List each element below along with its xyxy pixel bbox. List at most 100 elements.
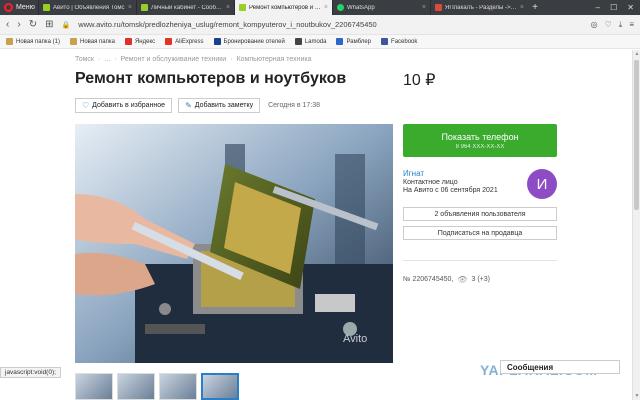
tab-computer-repair[interactable]: Ремонт компьютеров и ноу × bbox=[234, 0, 332, 15]
heart-icon: ♡ bbox=[82, 101, 90, 110]
browser-menu-label: Меню bbox=[16, 4, 35, 11]
download-icon[interactable]: ⤓ bbox=[619, 20, 623, 30]
breadcrumb-separator: · bbox=[230, 56, 233, 63]
page-content: Томск · ... · Ремонт и обслуживание техн… bbox=[0, 50, 640, 400]
scrollbar-thumb[interactable] bbox=[634, 60, 639, 210]
bookmark-facebook[interactable]: Facebook bbox=[381, 38, 417, 45]
bookmark-booking[interactable]: Бронирование отелей bbox=[213, 38, 285, 45]
bookmark-label: Бронирование отелей bbox=[223, 38, 285, 45]
whatsapp-favicon-icon bbox=[337, 4, 344, 11]
speed-dial-icon[interactable]: ⊞ bbox=[45, 19, 53, 30]
address-bar: ‹ › ↻ ⊞ 🔒 www.avito.ru/tomsk/predlozheni… bbox=[0, 15, 640, 35]
tab-label: ЯПлакалъ - Разделы -> Со bbox=[445, 4, 517, 11]
scroll-up-icon[interactable]: ▲ bbox=[633, 51, 640, 57]
listing-photo[interactable]: Avito bbox=[75, 124, 393, 363]
subscribe-button[interactable]: Подписаться на продавца bbox=[403, 226, 557, 240]
heart-icon[interactable]: ♡ bbox=[605, 20, 612, 30]
bookmark-yandex[interactable]: Яндекс bbox=[124, 38, 156, 45]
bookmark-folder-1[interactable]: Новая папка (1) bbox=[6, 38, 60, 45]
bookmark-rambler[interactable]: Рамблер bbox=[336, 38, 371, 45]
window-controls: – ☐ ✕ bbox=[596, 0, 640, 15]
tab-strip: Меню Авито | Объявления Томс × Личный ка… bbox=[0, 0, 640, 15]
messages-widget[interactable]: Сообщения bbox=[500, 360, 620, 374]
bookmark-aliexpress[interactable]: AliExpress bbox=[165, 38, 204, 45]
avito-favicon-icon bbox=[43, 4, 50, 11]
bookmark-label: Facebook bbox=[391, 38, 418, 45]
add-note-button[interactable]: ✎ Добавить заметку bbox=[178, 98, 261, 113]
bookmark-label: Рамблер bbox=[346, 38, 372, 45]
ad-actions: ♡ Добавить в избранное ✎ Добавить заметк… bbox=[75, 98, 320, 113]
scrollbar[interactable]: ▲ ▼ bbox=[632, 50, 640, 400]
breadcrumb-item[interactable]: ... bbox=[104, 56, 110, 63]
favorites-label: Добавить в избранное bbox=[92, 102, 166, 109]
thumbnail[interactable] bbox=[159, 373, 197, 400]
back-icon[interactable]: ‹ bbox=[6, 19, 9, 30]
add-to-favorites-button[interactable]: ♡ Добавить в избранное bbox=[75, 98, 173, 113]
breadcrumb: Томск · ... · Ремонт и обслуживание техн… bbox=[75, 56, 312, 63]
folder-icon bbox=[6, 38, 13, 45]
note-icon: ✎ bbox=[185, 101, 192, 110]
close-icon[interactable]: × bbox=[128, 4, 132, 11]
breadcrumb-item[interactable]: Компьютерная техника bbox=[237, 56, 312, 63]
page-title: Ремонт компьютеров и ноутбуков bbox=[75, 70, 347, 87]
close-icon[interactable]: × bbox=[226, 4, 230, 11]
seller-info: Игнат Контактное лицо На Авито с 06 сент… bbox=[403, 169, 557, 205]
aliexpress-icon bbox=[165, 38, 173, 45]
booking-icon bbox=[213, 38, 221, 45]
close-icon[interactable]: × bbox=[324, 4, 328, 11]
camera-icon[interactable]: ◎ bbox=[591, 20, 598, 30]
tab-label: Личный кабинет - Сообщен bbox=[151, 4, 223, 11]
masked-phone-number: 8 964 XXX-XX-XX bbox=[455, 143, 505, 150]
rambler-icon bbox=[336, 38, 344, 45]
bookmark-folder-2[interactable]: Новая папка bbox=[69, 38, 115, 45]
ad-meta: № 2206745450, 👁 3 (+3) bbox=[403, 275, 490, 284]
menu-icon[interactable]: ≡ bbox=[629, 20, 634, 30]
lamoda-icon bbox=[294, 38, 302, 45]
bookmark-lamoda[interactable]: Lamoda bbox=[294, 38, 327, 45]
breadcrumb-item[interactable]: Томск bbox=[75, 56, 94, 63]
bookmark-label: Яндекс bbox=[134, 38, 156, 45]
tab-yaplakal[interactable]: ЯПлакалъ - Разделы -> Со × bbox=[430, 0, 528, 15]
maximize-icon[interactable]: ☐ bbox=[610, 3, 617, 12]
tab-avito-cabinet[interactable]: Личный кабинет - Сообщен × bbox=[136, 0, 234, 15]
url-field[interactable]: www.avito.ru/tomsk/predlozheniya_uslug/r… bbox=[78, 20, 582, 29]
thumbnail[interactable] bbox=[117, 373, 155, 400]
show-phone-label: Показать телефон bbox=[441, 131, 519, 142]
close-window-icon[interactable]: ✕ bbox=[627, 3, 634, 12]
scroll-down-icon[interactable]: ▼ bbox=[633, 393, 640, 399]
forward-icon[interactable]: › bbox=[17, 19, 20, 30]
ad-number: № 2206745450, bbox=[403, 276, 454, 283]
minimize-icon[interactable]: – bbox=[596, 3, 600, 12]
yandex-icon bbox=[124, 38, 132, 45]
breadcrumb-item[interactable]: Ремонт и обслуживание техники bbox=[121, 56, 227, 63]
thumbnail-selected[interactable] bbox=[201, 373, 239, 400]
photo-thumbnails bbox=[75, 373, 239, 400]
user-ads-button[interactable]: 2 объявления пользователя bbox=[403, 207, 557, 221]
reload-icon[interactable]: ↻ bbox=[29, 19, 37, 30]
close-icon[interactable]: × bbox=[422, 4, 426, 11]
close-icon[interactable]: × bbox=[520, 4, 524, 11]
view-count: 3 (+3) bbox=[471, 276, 490, 283]
show-phone-button[interactable]: Показать телефон 8 964 XXX-XX-XX bbox=[403, 124, 557, 157]
motherboard-cpu-image: Avito bbox=[75, 124, 393, 363]
tab-whatsapp[interactable]: WhatsApp × bbox=[332, 0, 430, 15]
avito-favicon-icon bbox=[141, 4, 148, 11]
browser-menu-button[interactable]: Меню bbox=[0, 0, 38, 15]
tab-label: Ремонт компьютеров и ноу bbox=[249, 4, 321, 11]
folder-icon bbox=[69, 38, 77, 45]
lock-icon: 🔒 bbox=[61, 21, 71, 29]
note-label: Добавить заметку bbox=[194, 102, 254, 109]
avito-favicon-icon bbox=[239, 4, 246, 11]
thumbnail[interactable] bbox=[75, 373, 113, 400]
publish-date: Сегодня в 17:38 bbox=[268, 102, 321, 109]
bookmarks-bar: Новая папка (1) Новая папка Яндекс AliEx… bbox=[0, 35, 640, 49]
opera-logo-icon bbox=[4, 3, 13, 12]
divider bbox=[403, 260, 557, 261]
tab-avito-listings[interactable]: Авито | Объявления Томс × bbox=[38, 0, 136, 15]
avatar[interactable]: И bbox=[527, 169, 557, 199]
status-bar-url: javascript:void(0); bbox=[0, 367, 61, 378]
bookmark-label: Lamoda bbox=[304, 38, 327, 45]
tab-label: Авито | Объявления Томс bbox=[53, 4, 125, 11]
new-tab-button[interactable]: + bbox=[528, 0, 542, 15]
bookmark-label: AliExpress bbox=[175, 38, 204, 45]
